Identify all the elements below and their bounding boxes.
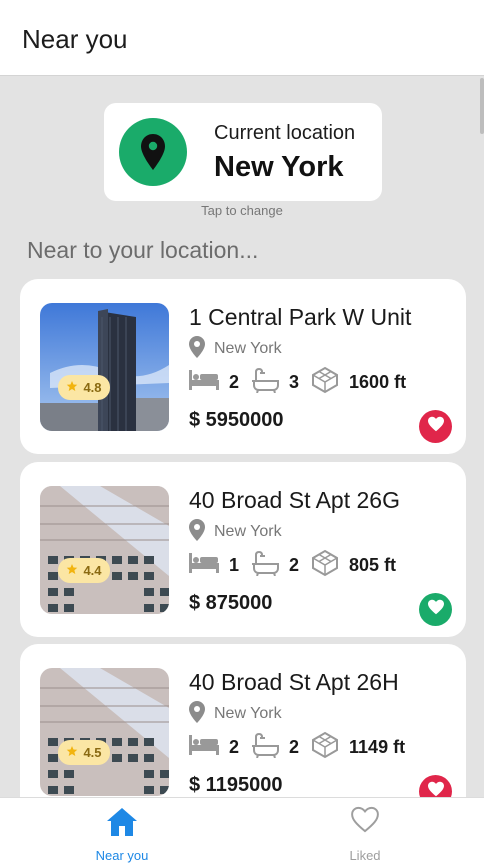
star-icon xyxy=(66,380,78,395)
bed-icon xyxy=(189,734,219,760)
like-button[interactable] xyxy=(419,410,452,443)
map-pin-icon xyxy=(189,335,205,363)
star-icon xyxy=(66,563,78,578)
section-title: Near to your location... xyxy=(27,237,259,263)
listing-price: $ 5950000 xyxy=(189,409,284,431)
listing-price: $ 875000 xyxy=(189,592,273,614)
map-pin-icon xyxy=(189,700,205,728)
listing-name: 1 Central Park W Unit xyxy=(189,304,412,330)
rating-value: 4.8 xyxy=(83,380,102,395)
listing-name: 40 Broad St Apt 26G xyxy=(189,487,400,513)
rating-badge: 4.5 xyxy=(58,740,110,765)
page-title: Near you xyxy=(22,24,128,54)
nav-item-near-you[interactable]: Near you xyxy=(62,798,182,863)
bath-icon xyxy=(251,367,280,398)
listing-photo xyxy=(40,303,169,431)
listing-city: New York xyxy=(214,523,282,540)
baths-count: 2 xyxy=(289,554,300,575)
bed-icon xyxy=(189,552,219,578)
scrollbar[interactable] xyxy=(480,78,484,134)
current-location-city: New York xyxy=(214,151,344,183)
nav-label-liked: Liked xyxy=(349,848,381,863)
current-location-label: Current location xyxy=(214,122,356,144)
rating-value: 4.4 xyxy=(83,563,102,578)
area-value: 1600 ft xyxy=(349,371,407,392)
rating-badge: 4.8 xyxy=(58,375,110,400)
area-icon xyxy=(311,731,339,764)
listing-photo xyxy=(40,486,169,614)
listing-card[interactable]: 4.8 1 Central Park W Unit New York 2 3 1… xyxy=(20,279,466,454)
bottom-nav: Near you Liked xyxy=(0,797,484,863)
heart-outline-icon xyxy=(305,806,425,833)
listing-card[interactable]: 4.4 40 Broad St Apt 26G New York 1 2 805… xyxy=(20,462,466,637)
bath-icon xyxy=(251,550,280,581)
bed-icon xyxy=(189,369,219,395)
beds-count: 2 xyxy=(229,371,240,392)
listing-card[interactable]: 4.5 40 Broad St Apt 26H New York 2 2 114… xyxy=(20,644,466,819)
heart-icon xyxy=(427,599,445,620)
beds-count: 1 xyxy=(229,554,240,575)
area-icon xyxy=(311,366,339,399)
listing-price: $ 1195000 xyxy=(189,774,283,796)
nav-item-liked[interactable]: Liked xyxy=(305,798,425,863)
nav-label-near-you: Near you xyxy=(95,848,149,863)
like-button[interactable] xyxy=(419,593,452,626)
star-icon xyxy=(66,745,78,760)
rating-badge: 4.4 xyxy=(58,558,110,583)
area-value: 1149 ft xyxy=(349,736,406,757)
area-icon xyxy=(311,549,339,582)
app-bar: Near you xyxy=(0,0,484,76)
baths-count: 3 xyxy=(289,371,300,392)
rating-value: 4.5 xyxy=(83,745,102,760)
listing-city: New York xyxy=(214,705,282,722)
home-icon xyxy=(62,806,182,838)
baths-count: 2 xyxy=(289,736,300,757)
map-pin-icon xyxy=(189,518,205,546)
listing-name: 40 Broad St Apt 26H xyxy=(189,669,399,695)
bath-icon xyxy=(251,732,280,763)
listing-photo xyxy=(40,668,169,796)
area-value: 805 ft xyxy=(349,554,397,575)
heart-icon xyxy=(427,416,445,437)
location-pin-icon xyxy=(119,118,187,186)
beds-count: 2 xyxy=(229,736,240,757)
current-location-card[interactable]: Current location New York xyxy=(104,103,382,201)
listing-city: New York xyxy=(214,340,282,357)
tap-to-change-hint: Tap to change xyxy=(201,203,283,218)
